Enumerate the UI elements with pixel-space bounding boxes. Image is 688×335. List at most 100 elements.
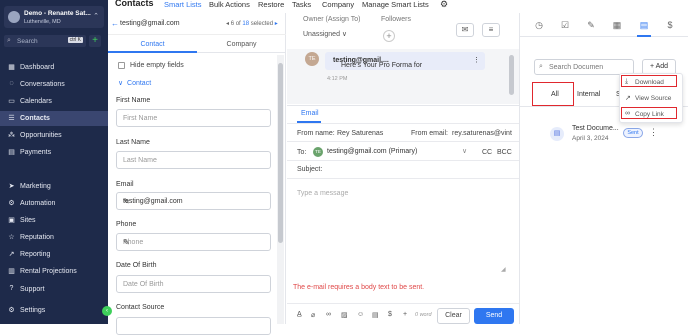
last-name-field[interactable]: Last Name	[116, 151, 271, 169]
contact-form: Hide empty fields ∨ Contact First Name F…	[108, 55, 276, 335]
sidebar-search-placeholder: Search	[17, 37, 38, 45]
phone-field[interactable]: Phone ✎	[116, 233, 271, 251]
bcc-button[interactable]: BCC	[497, 149, 512, 156]
more-icon[interactable]: ⋮	[649, 127, 658, 138]
sidebar-item-support[interactable]: ? Support	[0, 282, 108, 297]
highlight-box-download	[621, 75, 677, 87]
sidebar-item-marketing[interactable]: ➤ Marketing	[0, 179, 108, 194]
hide-empty-checkbox[interactable]	[118, 62, 125, 69]
message-body-input[interactable]: Type a message	[297, 190, 348, 197]
sidebar-item-calendars[interactable]: ▭ Calendars	[0, 94, 108, 109]
filter-icon[interactable]: ≡	[482, 23, 500, 37]
sidebar-search[interactable]: ⌕ Search ctrl K	[4, 35, 86, 47]
documents-icon[interactable]: ▤	[638, 20, 650, 31]
document-search-input[interactable]: ⌕ Search Documen	[534, 59, 634, 75]
scroll-thumb[interactable]	[278, 63, 283, 243]
nav-restore[interactable]: Restore	[258, 0, 284, 9]
dob-field[interactable]: Date Of Birth	[116, 275, 271, 293]
image-icon[interactable]: ▨	[341, 311, 348, 319]
gear-icon[interactable]: ⚙	[440, 0, 448, 10]
sidebar-item-reputation[interactable]: ☆ Reputation	[0, 230, 108, 245]
projections-icon: ▥	[8, 268, 15, 275]
pencil-icon[interactable]: ✎	[123, 238, 262, 247]
reporting-icon: ↗	[8, 251, 15, 258]
from-email-value[interactable]: rey.saturenas@vint	[452, 130, 512, 137]
dollar-icon[interactable]: $	[388, 311, 392, 318]
emoji-icon[interactable]: ☺	[357, 311, 364, 318]
nav-company[interactable]: Company	[322, 0, 354, 9]
text-format-icon[interactable]: A̲	[297, 311, 302, 318]
to-recipient-select[interactable]: TE testing@gmail.com (Primary) ∨	[312, 146, 470, 158]
owner-label: Owner (Assign To)	[303, 16, 361, 23]
search-icon: ⌕	[7, 37, 11, 44]
tab-email[interactable]: Email	[301, 110, 319, 117]
grid-icon: ▦	[8, 64, 15, 71]
sidebar-item-conversations[interactable]: ◌ Conversations	[0, 77, 108, 92]
tab-internal[interactable]: Internal	[577, 91, 600, 98]
back-arrow-icon[interactable]: ←	[111, 19, 119, 28]
quick-add-button[interactable]: +	[89, 35, 101, 47]
menu-item-label: View Source	[635, 95, 672, 102]
link-icon[interactable]: ∞	[326, 311, 331, 318]
account-location: Lutherville, MD	[24, 19, 61, 25]
search-icon: ⌕	[539, 63, 543, 70]
nav-manage-smart-lists[interactable]: Manage Smart Lists	[362, 0, 429, 9]
account-switcher[interactable]: Demo - Renante Sat... Lutherville, MD ⌃	[4, 6, 104, 28]
inbox-icon[interactable]: ✉	[456, 23, 474, 37]
attachment-icon[interactable]: ⌀	[311, 311, 315, 319]
sidebar-item-rental-projections[interactable]: ▥ Rental Projections	[0, 264, 108, 279]
divider	[287, 141, 519, 142]
payments-icon[interactable]: $	[664, 20, 676, 30]
star-icon: ☆	[8, 234, 15, 241]
sidebar-item-reporting[interactable]: ↗ Reporting	[0, 247, 108, 262]
thread-scrollbar[interactable]	[509, 55, 514, 95]
plus-icon[interactable]: +	[403, 311, 407, 318]
sidebar-item-opportunities[interactable]: ⁂ Opportunities	[0, 128, 108, 143]
template-icon[interactable]: ▤	[372, 311, 379, 319]
tab-company[interactable]: Company	[197, 41, 286, 48]
pager-next-icon[interactable]: ▸	[275, 21, 278, 27]
from-name-value[interactable]: Rey Saturenas	[337, 130, 383, 137]
send-button[interactable]: Send	[474, 308, 514, 324]
subject-label: Subject:	[297, 166, 323, 173]
clear-button[interactable]: Clear	[437, 308, 470, 324]
calendar-icon[interactable]: ▦	[611, 20, 623, 31]
top-navigation: Contacts Smart Lists Bulk Actions Restor…	[108, 0, 688, 10]
chevron-down-icon: ∨	[118, 80, 124, 87]
to-value: testing@gmail.com (Primary)	[327, 148, 418, 155]
contact-section-toggle[interactable]: ∨ Contact	[118, 79, 151, 87]
tab-contact[interactable]: Contact	[108, 41, 197, 48]
message-bubble[interactable]: testing@gmail.... Here's Your Pro Forma …	[325, 52, 485, 70]
more-icon[interactable]: ⋮	[473, 56, 480, 64]
document-title[interactable]: Test Docume...	[572, 125, 619, 132]
pencil-icon[interactable]: ✎	[123, 197, 262, 206]
nav-bulk-actions[interactable]: Bulk Actions	[209, 0, 250, 9]
notes-icon[interactable]: ✎	[585, 20, 597, 31]
resize-handle-icon[interactable]: ◢	[501, 266, 506, 273]
sidebar-item-label: Conversations	[20, 81, 65, 88]
add-follower-button[interactable]: +	[383, 30, 395, 42]
sidebar-item-dashboard[interactable]: ▦ Dashboard	[0, 60, 108, 75]
sidebar-item-sites[interactable]: ▣ Sites	[0, 213, 108, 228]
activity-icon[interactable]: ◷	[533, 20, 545, 31]
sidebar-item-contacts[interactable]: ☰ Contacts	[0, 111, 108, 126]
sidebar-item-automation[interactable]: ⚙ Automation	[0, 196, 108, 211]
email-field[interactable]: testing@gmail.com ✎	[116, 192, 271, 210]
status-badge: Sent	[623, 128, 643, 138]
sidebar-item-payments[interactable]: ▤ Payments	[0, 145, 108, 160]
message-subject: Here's Your Pro Forma for	[341, 62, 423, 69]
nav-smart-lists[interactable]: Smart Lists	[164, 0, 202, 9]
cc-button[interactable]: CC	[482, 149, 492, 156]
sidebar-item-label: Rental Projections	[20, 268, 77, 275]
first-name-field[interactable]: First Name	[116, 109, 271, 127]
pager-prev-icon[interactable]: ◂	[226, 21, 229, 27]
nav-tasks[interactable]: Tasks	[292, 0, 311, 9]
menu-item-view-source[interactable]: ↗ View Source	[620, 92, 684, 105]
tasks-icon[interactable]: ☑	[559, 20, 571, 31]
account-avatar	[8, 11, 20, 23]
contact-scrollbar[interactable]	[277, 55, 284, 324]
owner-select[interactable]: Unassigned ∨	[303, 30, 347, 38]
document-row[interactable]: ▤ Test Docume... April 3, 2024 Sent ⋮	[520, 123, 688, 153]
sidebar-item-settings[interactable]: ⚙ Settings	[0, 303, 108, 318]
contact-source-field[interactable]	[116, 317, 271, 335]
